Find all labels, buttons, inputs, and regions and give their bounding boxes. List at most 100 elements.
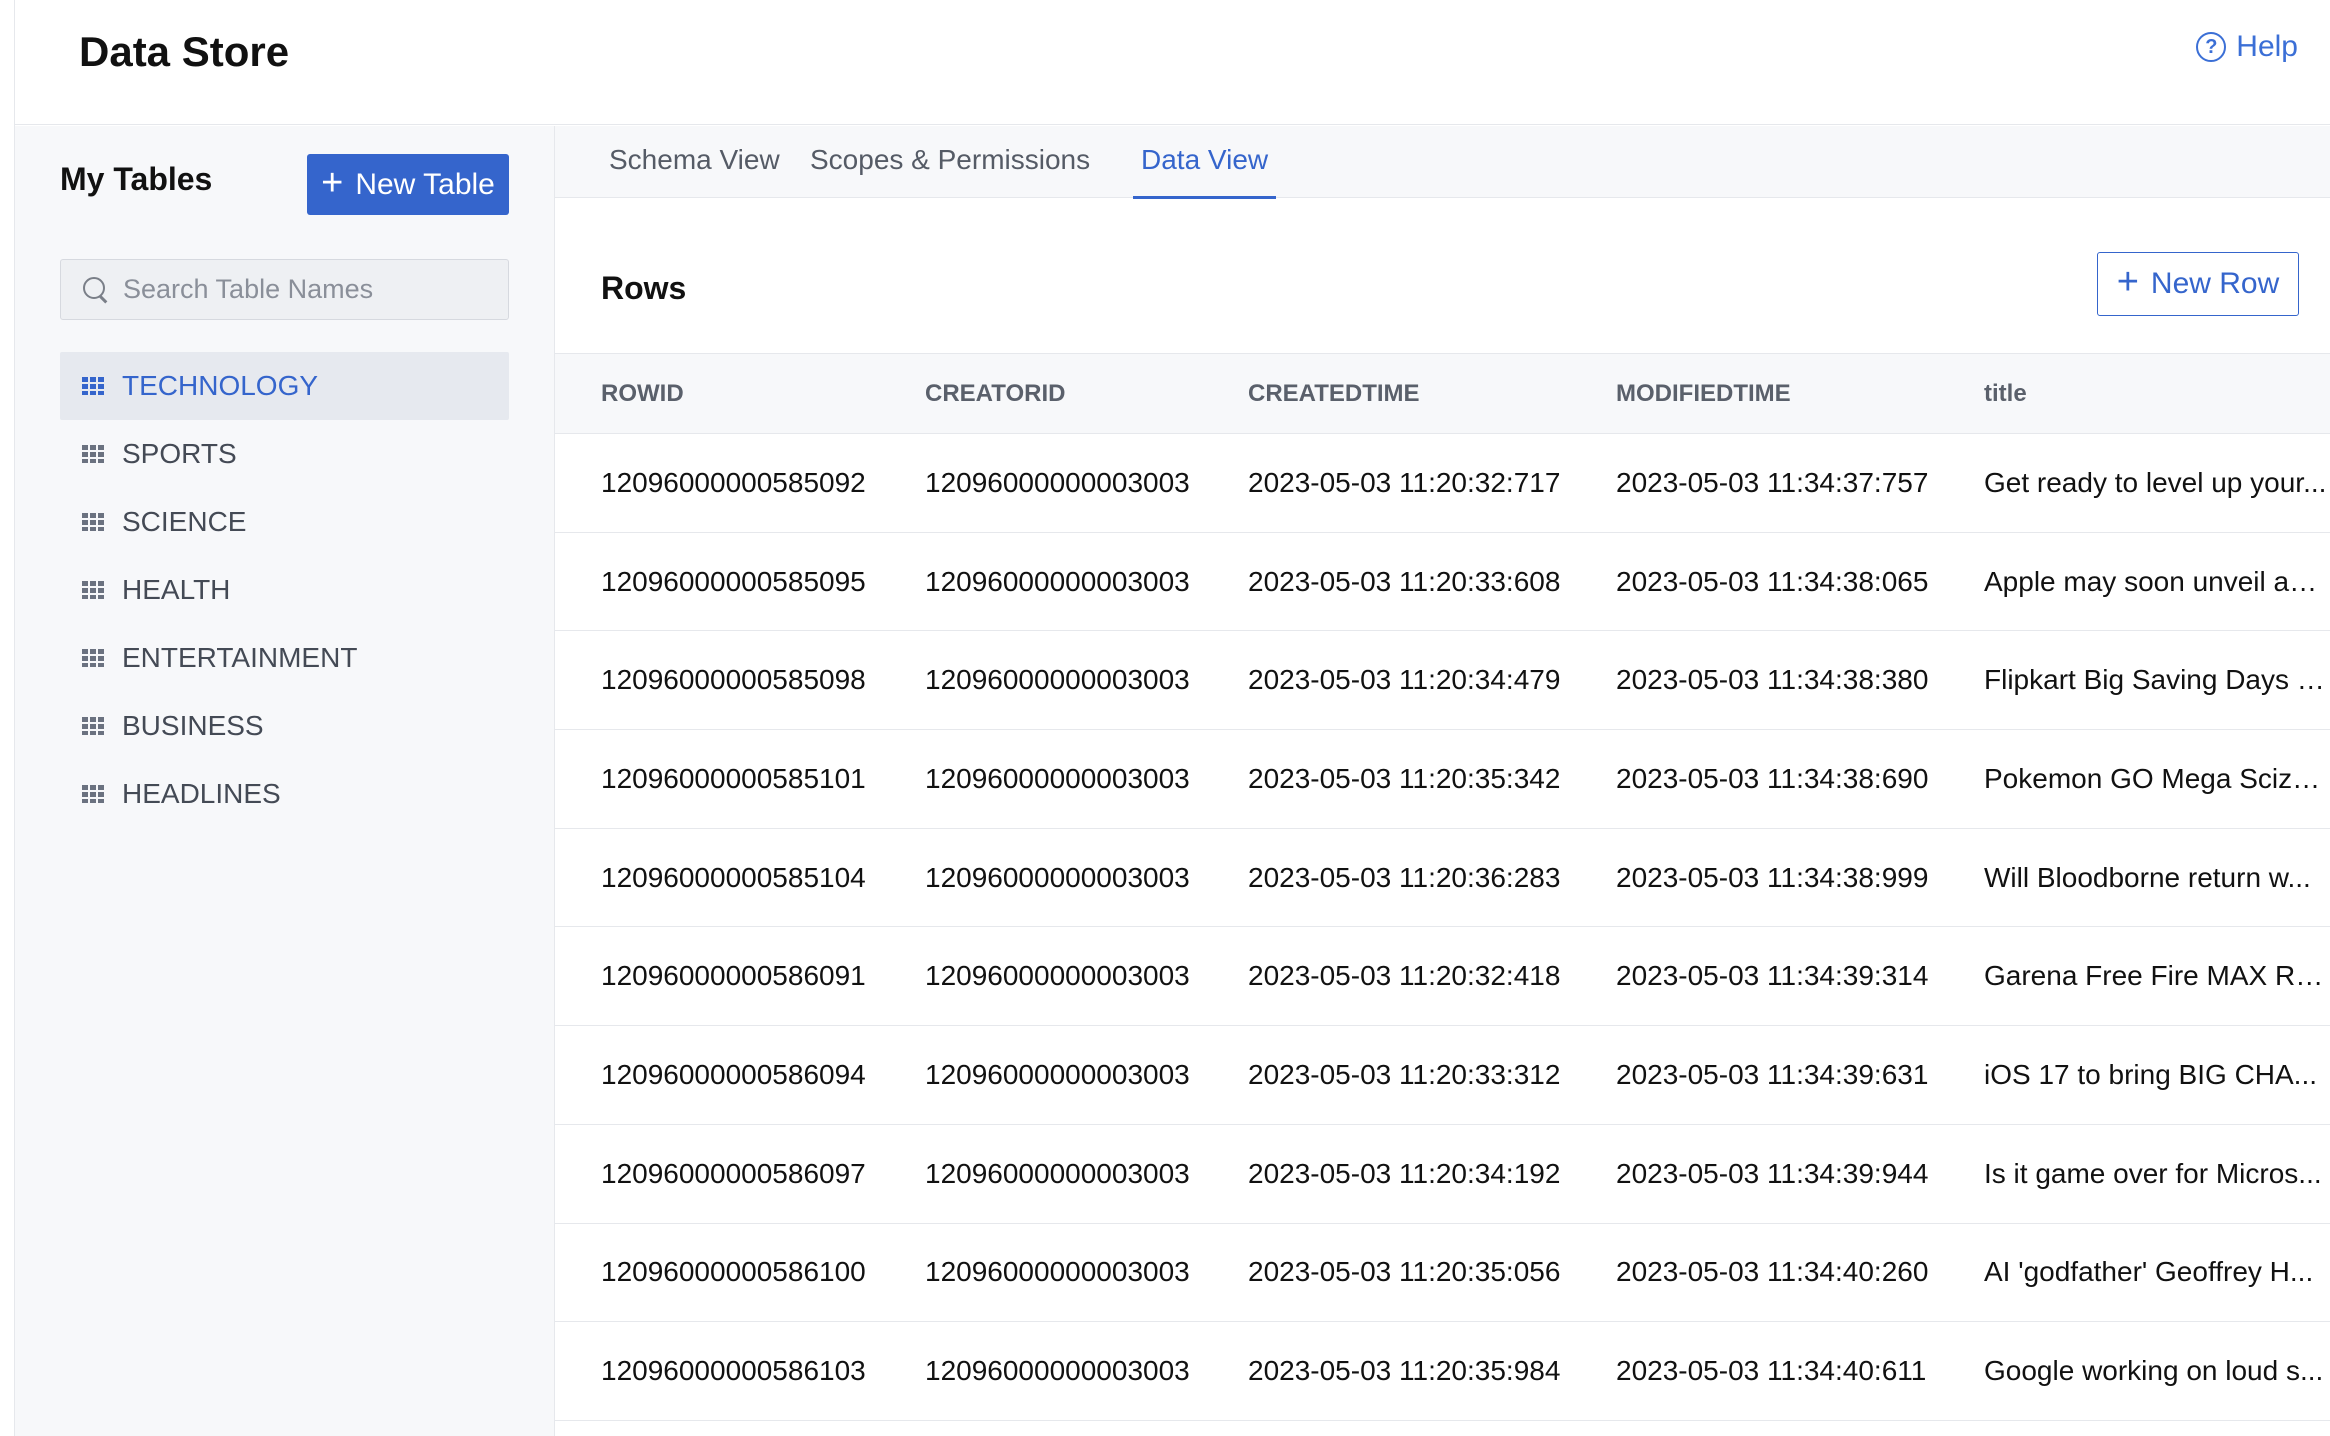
table-search[interactable]: [60, 259, 509, 320]
cell-title: AI 'godfather' Geoffrey H...: [1938, 1223, 2330, 1323]
cell-rowid: 12096000000585098: [555, 630, 879, 731]
cell-createdtime: 2023-05-03 11:20:35:984: [1202, 1321, 1570, 1421]
cell-modifiedtime: 2023-05-03 11:34:40:260: [1570, 1223, 1938, 1323]
rows-heading: Rows: [601, 270, 687, 306]
cell-modifiedtime: 2023-05-03 11:34:38:999: [1570, 828, 1938, 928]
sidebar-item-science[interactable]: SCIENCE: [60, 488, 509, 556]
sidebar-item-label: HEALTH: [122, 574, 231, 605]
cell-createdtime: 2023-05-03 11:20:34:192: [1202, 1124, 1570, 1224]
cell-creatorid: 12096000000003003: [879, 630, 1202, 731]
cell-createdtime: 2023-05-03 11:20:32:717: [1202, 433, 1570, 533]
cell-creatorid: 12096000000003003: [879, 1223, 1202, 1323]
cell-modifiedtime: 2023-05-03 11:34:37:757: [1570, 433, 1938, 533]
sidebar-item-sports[interactable]: SPORTS: [60, 420, 509, 488]
tab-schema-view[interactable]: Schema View: [601, 144, 788, 196]
cell-rowid: 12096000000586100: [555, 1223, 879, 1323]
cell-modifiedtime: 2023-05-03 11:34:39:944: [1570, 1124, 1938, 1224]
cell-creatorid: 12096000000003003: [879, 1321, 1202, 1421]
table-row[interactable]: 12096000000586091 12096000000003003 2023-0…: [555, 926, 2330, 1027]
cell-title: Get ready to level up your...: [1938, 433, 2330, 533]
table-row[interactable]: 12096000000585092 12096000000003003 2023-0…: [555, 433, 2330, 533]
table-row[interactable]: 12096000000585101 12096000000003003 2023-0…: [555, 729, 2330, 829]
cell-rowid: 12096000000585095: [555, 532, 879, 632]
table-row[interactable]: 12096000000586103 12096000000003003 2023-0…: [555, 1321, 2330, 1421]
sidebar-item-label: SPORTS: [122, 438, 237, 469]
column-header-modifiedtime[interactable]: MODIFIEDTIME: [1570, 353, 1938, 434]
cell-createdtime: 2023-05-03 11:20:33:312: [1202, 1025, 1570, 1125]
table-icon: [82, 581, 104, 599]
cell-modifiedtime: 2023-05-03 11:34:40:611: [1570, 1321, 1938, 1421]
cell-createdtime: 2023-05-03 11:20:35:342: [1202, 729, 1570, 829]
search-input[interactable]: [123, 274, 483, 305]
search-icon: [83, 276, 109, 303]
cell-title: Flipkart Big Saving Days S...: [1938, 630, 2330, 731]
sidebar-item-technology[interactable]: TECHNOLOGY: [60, 352, 509, 420]
cell-rowid: 12096000000585092: [555, 433, 879, 533]
cell-createdtime: 2023-05-03 11:20:33:608: [1202, 532, 1570, 632]
sidebar-item-label: ENTERTAINMENT: [122, 642, 358, 673]
sidebar: My Tables + New Table TECHNOLOGY SPORTS …: [15, 126, 555, 1436]
help-label: Help: [2236, 30, 2298, 63]
cell-title: Google working on loud s...: [1938, 1321, 2330, 1421]
cell-rowid: 12096000000586103: [555, 1321, 879, 1421]
help-link[interactable]: ? Help: [2196, 30, 2298, 64]
cell-rowid: 12096000000585104: [555, 828, 879, 928]
column-header-rowid[interactable]: ROWID: [555, 353, 879, 434]
tab-data-view[interactable]: Data View: [1133, 144, 1277, 199]
table-row[interactable]: 12096000000586094 12096000000003003 2023-0…: [555, 1025, 2330, 1125]
sidebar-item-label: HEADLINES: [122, 778, 281, 809]
new-row-button[interactable]: + New Row: [2097, 252, 2299, 316]
cell-title: Is it game over for Micros...: [1938, 1124, 2330, 1224]
plus-icon: +: [321, 161, 344, 204]
cell-modifiedtime: 2023-05-03 11:34:38:065: [1570, 532, 1938, 632]
data-table: ROWID CREATORID CREATEDTIME MODIFIEDTIME…: [555, 353, 2330, 1421]
cell-creatorid: 12096000000003003: [879, 828, 1202, 928]
cell-createdtime: 2023-05-03 11:20:34:479: [1202, 630, 1570, 731]
new-table-button[interactable]: + New Table: [307, 154, 509, 215]
cell-createdtime: 2023-05-03 11:20:36:283: [1202, 828, 1570, 928]
new-row-label: New Row: [2150, 267, 2280, 300]
cell-creatorid: 12096000000003003: [879, 1025, 1202, 1125]
table-body: 12096000000585092 12096000000003003 2023-0…: [555, 433, 2330, 1421]
cell-modifiedtime: 2023-05-03 11:34:39:314: [1570, 926, 1938, 1027]
column-header-title[interactable]: title: [1938, 353, 2330, 434]
new-table-label: New Table: [355, 167, 495, 201]
tab-scopes-permissions[interactable]: Scopes & Permissions: [802, 144, 1098, 196]
cell-title: Pokemon GO Mega Scizo...: [1938, 729, 2330, 829]
column-header-createdtime[interactable]: CREATEDTIME: [1202, 353, 1570, 434]
sidebar-item-health[interactable]: HEALTH: [60, 556, 509, 624]
cell-modifiedtime: 2023-05-03 11:34:39:631: [1570, 1025, 1938, 1125]
cell-title: iOS 17 to bring BIG CHA...: [1938, 1025, 2330, 1125]
cell-createdtime: 2023-05-03 11:20:32:418: [1202, 926, 1570, 1027]
cell-creatorid: 12096000000003003: [879, 433, 1202, 533]
table-row[interactable]: 12096000000586100 12096000000003003 2023-0…: [555, 1223, 2330, 1323]
cell-creatorid: 12096000000003003: [879, 1124, 1202, 1224]
table-icon: [82, 377, 104, 395]
cell-createdtime: 2023-05-03 11:20:35:056: [1202, 1223, 1570, 1323]
cell-title: Will Bloodborne return w...: [1938, 828, 2330, 928]
sidebar-title: My Tables: [60, 161, 213, 197]
column-header-creatorid[interactable]: CREATORID: [879, 353, 1202, 434]
cell-rowid: 12096000000586091: [555, 926, 879, 1027]
table-row[interactable]: 12096000000585098 12096000000003003 2023-0…: [555, 630, 2330, 731]
cell-creatorid: 12096000000003003: [879, 532, 1202, 632]
view-tabs: Schema View Scopes & Permissions Data Vi…: [555, 126, 2330, 199]
app-title: Data Store: [79, 28, 290, 75]
cell-creatorid: 12096000000003003: [879, 729, 1202, 829]
sidebar-item-label: BUSINESS: [122, 710, 264, 741]
sidebar-item-entertainment[interactable]: ENTERTAINMENT: [60, 624, 509, 692]
table-row[interactable]: 12096000000586097 12096000000003003 2023-0…: [555, 1124, 2330, 1224]
cell-modifiedtime: 2023-05-03 11:34:38:690: [1570, 729, 1938, 829]
table-header-row: ROWID CREATORID CREATEDTIME MODIFIEDTIME…: [555, 353, 2330, 434]
table-icon: [82, 717, 104, 735]
table-icon: [82, 445, 104, 463]
table-icon: [82, 649, 104, 667]
cell-creatorid: 12096000000003003: [879, 926, 1202, 1027]
table-row[interactable]: 12096000000585095 12096000000003003 2023-0…: [555, 532, 2330, 632]
sidebar-item-label: SCIENCE: [122, 506, 247, 537]
sidebar-item-business[interactable]: BUSINESS: [60, 692, 509, 760]
table-row[interactable]: 12096000000585104 12096000000003003 2023-0…: [555, 828, 2330, 928]
cell-title: Garena Free Fire MAX Re...: [1938, 926, 2330, 1027]
sidebar-item-headlines[interactable]: HEADLINES: [60, 760, 509, 828]
cell-rowid: 12096000000586094: [555, 1025, 879, 1125]
